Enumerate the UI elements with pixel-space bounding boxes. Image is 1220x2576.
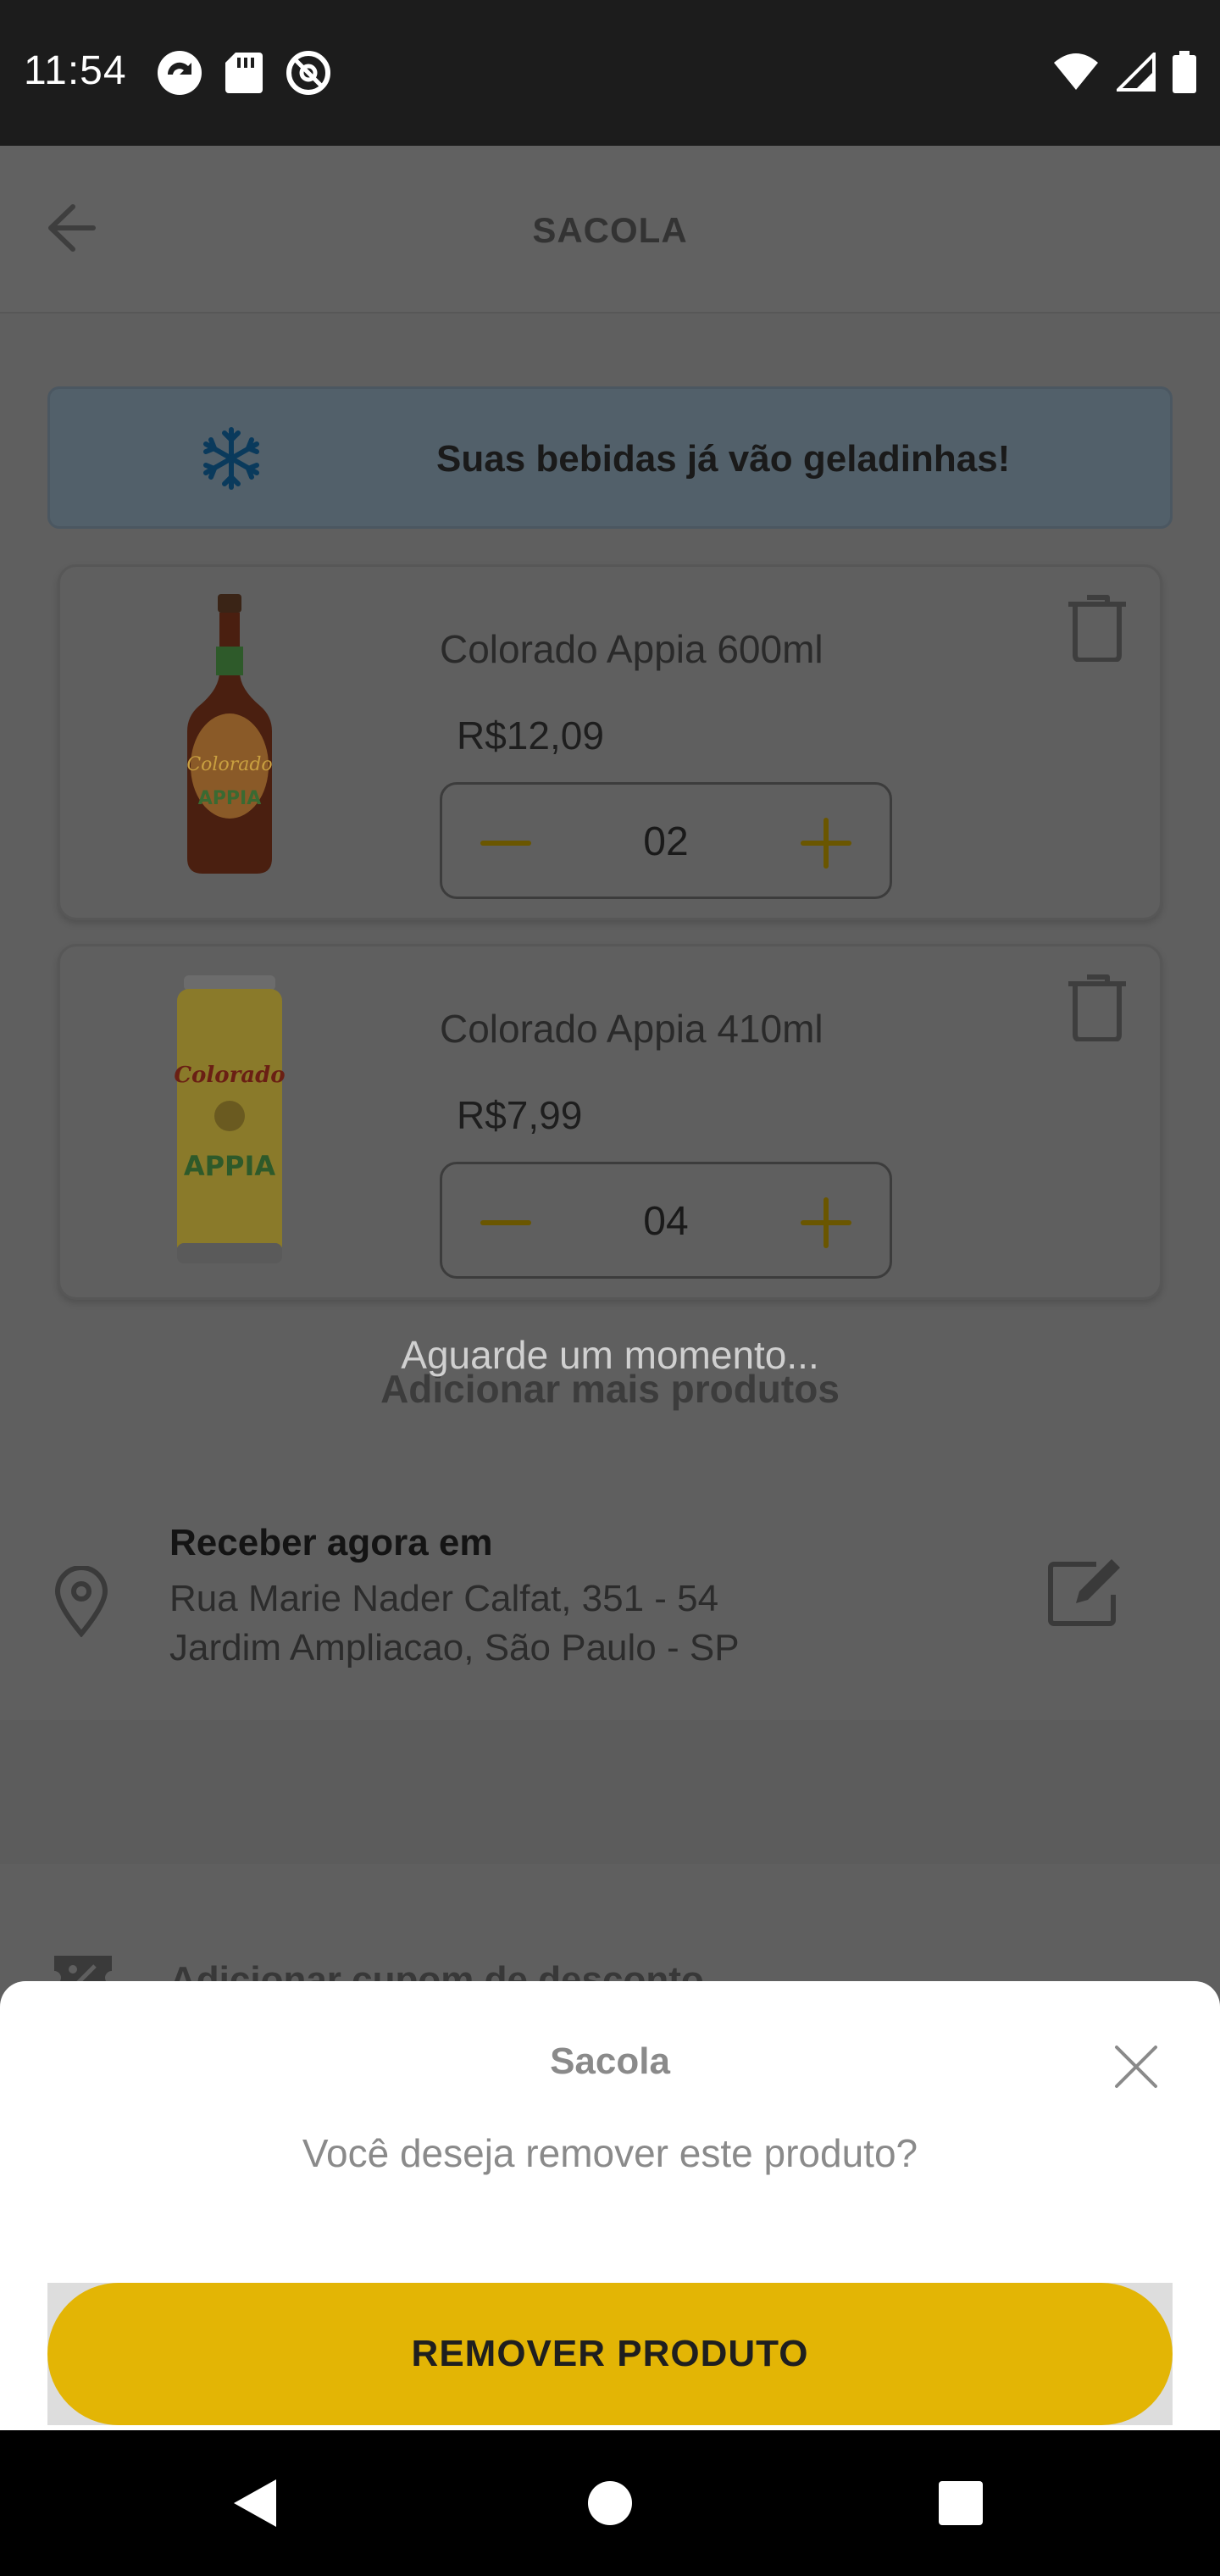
signal-icon xyxy=(1117,53,1156,92)
button-container: REMOVER PRODUTO xyxy=(47,2283,1173,2425)
beer-bottle-image: Colorado APPIA xyxy=(186,594,273,874)
cart-item: Colorado APPIA Colorado Appia 600ml R$12… xyxy=(58,564,1162,920)
status-notification-icons xyxy=(156,49,332,97)
status-time: 11:54 xyxy=(24,48,127,93)
battery-icon xyxy=(1173,51,1196,93)
at-sign-icon xyxy=(286,51,330,95)
plus-icon[interactable] xyxy=(796,1193,856,1252)
sd-card-icon xyxy=(225,53,263,93)
cart-item: Colorado APPIA Colorado Appia 410ml R$7,… xyxy=(58,944,1162,1300)
nav-recents-icon[interactable] xyxy=(939,2481,983,2525)
nav-back-icon[interactable] xyxy=(230,2478,278,2529)
section-divider xyxy=(0,1720,1220,1864)
sync-app-icon xyxy=(158,51,202,95)
status-bar: 11:54 xyxy=(0,0,1220,146)
svg-text:Colorado: Colorado xyxy=(186,754,272,775)
plus-icon[interactable] xyxy=(796,813,856,873)
svg-text:APPIA: APPIA xyxy=(198,788,262,809)
svg-text:Colorado: Colorado xyxy=(174,1063,285,1088)
trash-icon[interactable] xyxy=(1065,591,1129,662)
wifi-icon xyxy=(1054,53,1098,90)
remove-product-dialog: Sacola Você deseja remover este produto?… xyxy=(0,1981,1220,2430)
dialog-title: Sacola xyxy=(550,2040,670,2082)
loading-text: Aguarde um momento... xyxy=(401,1333,819,1377)
status-system-icons xyxy=(1052,51,1196,93)
beer-can-image: Colorado APPIA xyxy=(174,975,286,1263)
nav-home-icon[interactable] xyxy=(588,2481,632,2525)
product-price: R$12,09 xyxy=(457,713,604,758)
map-pin-icon xyxy=(54,1566,108,1637)
product-name: Colorado Appia 600ml xyxy=(440,627,824,671)
address-line-1: Rua Marie Nader Calfat, 351 - 54 xyxy=(169,1578,719,1619)
product-name: Colorado Appia 410ml xyxy=(440,1007,824,1051)
quantity-stepper: 02 xyxy=(440,782,892,899)
dialog-message: Você deseja remover este produto? xyxy=(302,2131,918,2175)
snowflake-icon xyxy=(203,427,259,490)
system-navigation-bar xyxy=(0,2430,1220,2576)
remove-product-button[interactable]: REMOVER PRODUTO xyxy=(47,2283,1173,2425)
close-icon[interactable] xyxy=(1112,2042,1161,2091)
quantity-stepper: 04 xyxy=(440,1162,892,1279)
page-title: SACOLA xyxy=(532,210,688,250)
banner-text: Suas bebidas já vão geladinhas! xyxy=(436,438,1011,480)
product-price: R$7,99 xyxy=(457,1093,583,1137)
top-app-bar: SACOLA xyxy=(0,146,1220,314)
trash-icon[interactable] xyxy=(1065,970,1129,1041)
delivery-title: Receber agora em xyxy=(169,1522,493,1563)
address-line-2: Jardim Ampliacao, São Paulo - SP xyxy=(169,1627,740,1668)
svg-text:APPIA: APPIA xyxy=(184,1150,276,1182)
edit-icon[interactable] xyxy=(1045,1556,1127,1627)
cold-drinks-banner: Suas bebidas já vão geladinhas! xyxy=(47,386,1173,529)
